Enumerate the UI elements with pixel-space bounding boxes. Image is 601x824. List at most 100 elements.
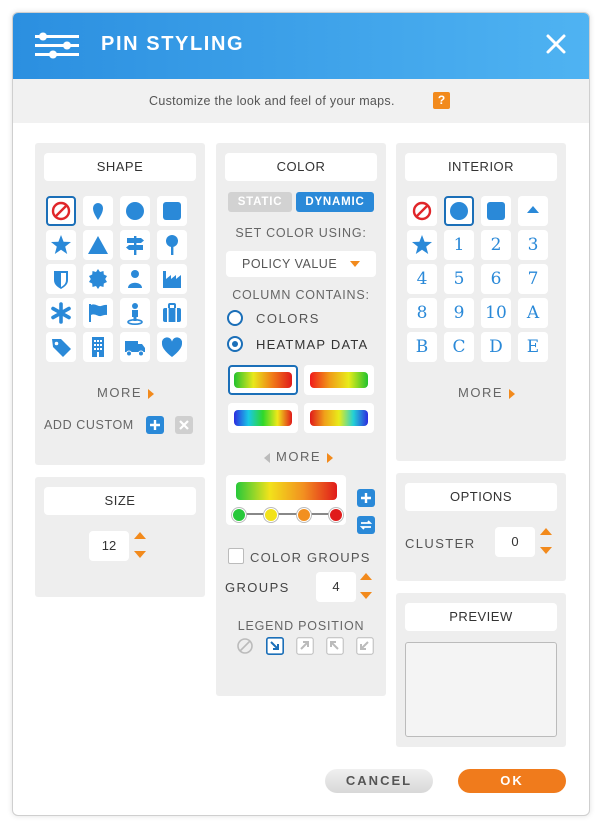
shape-option-heart[interactable] xyxy=(157,332,187,362)
groups-stepper[interactable] xyxy=(359,570,373,602)
interior-option-label[interactable]: E xyxy=(518,332,548,362)
shape-option-pushpin[interactable] xyxy=(157,230,187,260)
shape-option-shield[interactable] xyxy=(46,264,76,294)
interior-option-label[interactable]: 10 xyxy=(481,298,511,328)
dynamic-toggle[interactable]: DYNAMIC xyxy=(296,192,374,212)
interior-option-label[interactable]: 9 xyxy=(444,298,474,328)
interior-option-label[interactable]: 2 xyxy=(481,230,511,260)
size-stepper[interactable] xyxy=(133,529,147,561)
cluster-input[interactable]: 0 xyxy=(495,527,535,557)
options-panel: OPTIONS CLUSTER 0 xyxy=(396,473,566,581)
interior-option-square[interactable] xyxy=(481,196,511,226)
interior-option-triangle[interactable] xyxy=(518,196,548,226)
cancel-button[interactable]: CANCEL xyxy=(325,769,433,793)
sliders-icon xyxy=(35,32,79,59)
interior-option-label[interactable]: 3 xyxy=(518,230,548,260)
interior-label-text: 1 xyxy=(453,235,465,255)
ramp-green-yellow-red[interactable] xyxy=(228,365,298,395)
interior-option-label[interactable]: 6 xyxy=(481,264,511,294)
add-stop-button[interactable] xyxy=(357,489,375,507)
legend-position-bottom-right[interactable] xyxy=(266,637,284,655)
shape-option-person[interactable] xyxy=(120,264,150,294)
shape-option-truck[interactable] xyxy=(120,332,150,362)
shape-option-square[interactable] xyxy=(157,196,187,226)
interior-title: INTERIOR xyxy=(405,153,557,181)
preview-area xyxy=(405,642,557,737)
none-icon xyxy=(237,638,253,654)
close-icon[interactable] xyxy=(545,33,567,55)
signpost-icon xyxy=(126,236,144,255)
color-groups-label: COLOR GROUPS xyxy=(250,550,371,565)
shape-option-badge[interactable] xyxy=(83,264,113,294)
heatmap-option-label: HEATMAP DATA xyxy=(256,337,369,352)
legend-position-none[interactable] xyxy=(236,637,254,655)
legend-position-bottom-left[interactable] xyxy=(356,637,374,655)
interior-option-label[interactable]: 4 xyxy=(407,264,437,294)
interior-option-label[interactable]: B xyxy=(407,332,437,362)
interior-option-label[interactable]: 8 xyxy=(407,298,437,328)
shape-option-asterisk[interactable] xyxy=(46,298,76,328)
shape-option-tag[interactable] xyxy=(46,332,76,362)
cluster-stepper[interactable] xyxy=(539,525,553,557)
shape-option-factory[interactable] xyxy=(157,264,187,294)
interior-option-label[interactable]: 5 xyxy=(444,264,474,294)
ramp-blue-red[interactable] xyxy=(228,403,298,433)
interior-option-no-interior[interactable] xyxy=(407,196,437,226)
legend-position-top-right[interactable] xyxy=(296,637,314,655)
chevron-right-icon xyxy=(327,452,333,463)
gradient-stop-handle[interactable] xyxy=(264,508,279,522)
color-panel: COLOR STATIC DYNAMIC SET COLOR USING: PO… xyxy=(216,143,386,696)
shape-option-flag[interactable] xyxy=(83,298,113,328)
interior-option-label[interactable]: 1 xyxy=(444,230,474,260)
shape-option-triangle[interactable] xyxy=(83,230,113,260)
interior-option-label[interactable]: C xyxy=(444,332,474,362)
interior-label-text: 4 xyxy=(416,269,428,289)
ok-button[interactable]: OK xyxy=(458,769,566,793)
shape-option-signpost[interactable] xyxy=(120,230,150,260)
set-color-using-select[interactable]: POLICY VALUE xyxy=(226,251,376,277)
gradient-stop-handle[interactable] xyxy=(329,508,343,522)
help-button[interactable]: ? xyxy=(433,92,450,109)
colors-option-label: COLORS xyxy=(256,311,320,326)
shape-more-button[interactable]: MORE xyxy=(97,385,154,400)
bottom-left-icon xyxy=(356,637,374,655)
shape-option-star[interactable] xyxy=(46,230,76,260)
groups-input[interactable]: 4 xyxy=(316,572,356,602)
legend-position-top-left[interactable] xyxy=(326,637,344,655)
ramp-yellow-red[interactable] xyxy=(304,365,374,395)
interior-option-label[interactable]: D xyxy=(481,332,511,362)
shape-option-no-shape[interactable] xyxy=(46,196,76,226)
remove-custom-button[interactable] xyxy=(175,416,193,434)
shape-option-suitcase[interactable] xyxy=(157,298,187,328)
interior-option-circle[interactable] xyxy=(444,196,474,226)
size-title: SIZE xyxy=(44,487,196,515)
shape-option-person-pin[interactable] xyxy=(120,298,150,328)
shape-option-circle[interactable] xyxy=(120,196,150,226)
gradient-stop-handle[interactable] xyxy=(232,508,246,522)
interior-option-label[interactable]: 7 xyxy=(518,264,548,294)
color-groups-checkbox[interactable] xyxy=(228,548,244,564)
interior-panel: INTERIOR 1 2 3 4 5 6 7 8 9 10 A B C D E MORE xyxy=(396,143,566,461)
add-custom-button[interactable] xyxy=(146,416,164,434)
color-title: COLOR xyxy=(225,153,377,181)
interior-option-star[interactable] xyxy=(407,230,437,260)
close-icon xyxy=(179,420,189,430)
ramp-red-blue[interactable] xyxy=(304,403,374,433)
interior-option-label[interactable]: A xyxy=(518,298,548,328)
top-right-icon xyxy=(296,637,314,655)
reverse-gradient-button[interactable] xyxy=(357,516,375,534)
options-title: OPTIONS xyxy=(405,483,557,511)
swap-icon xyxy=(359,520,373,530)
interior-more-button[interactable]: MORE xyxy=(458,385,515,400)
colors-radio[interactable] xyxy=(227,310,243,326)
color-more-button[interactable]: MORE xyxy=(264,449,333,464)
size-input[interactable]: 12 xyxy=(89,531,129,561)
heatmap-radio[interactable] xyxy=(227,336,243,352)
gradient-stop-handle[interactable] xyxy=(296,508,311,522)
shape-option-building[interactable] xyxy=(83,332,113,362)
gradient-editor xyxy=(226,475,346,525)
shape-option-map-marker[interactable] xyxy=(83,196,113,226)
interior-label-text: 8 xyxy=(416,303,428,323)
interior-label-text: 3 xyxy=(527,235,539,255)
static-toggle[interactable]: STATIC xyxy=(228,192,292,212)
